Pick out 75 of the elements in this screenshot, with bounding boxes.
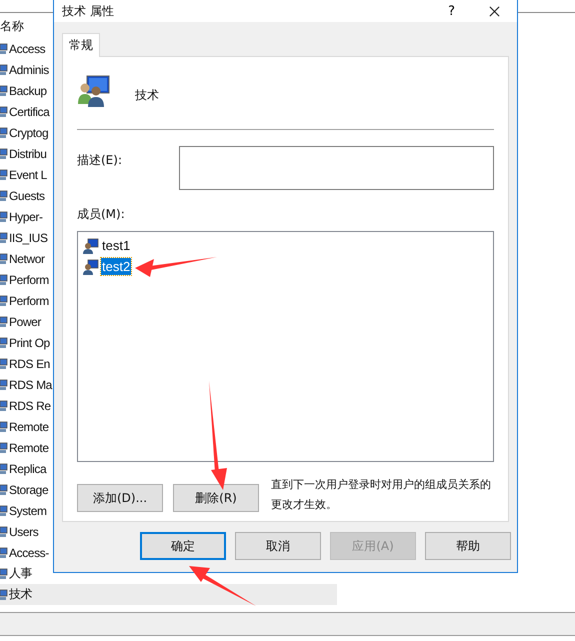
group-icon bbox=[0, 588, 8, 600]
group-icon bbox=[0, 316, 8, 328]
group-icon bbox=[0, 420, 8, 432]
group-icon bbox=[0, 148, 8, 160]
group-icon bbox=[0, 190, 8, 202]
group-list-item[interactable]: Remote bbox=[0, 416, 53, 437]
group-list-item[interactable]: Replica bbox=[0, 458, 53, 479]
group-icon bbox=[0, 42, 8, 54]
group-list-item[interactable]: Storage bbox=[0, 479, 53, 500]
group-icon bbox=[0, 400, 8, 412]
group-list-item[interactable]: 人事 bbox=[0, 563, 53, 584]
group-icon bbox=[0, 442, 8, 454]
description-label: 描述(E): bbox=[77, 152, 123, 169]
close-icon[interactable] bbox=[489, 6, 500, 16]
group-list-item[interactable]: Certifica bbox=[0, 101, 53, 122]
group-name: 技术 bbox=[135, 86, 159, 104]
group-icon bbox=[0, 126, 8, 138]
group-list-item[interactable]: Backup bbox=[0, 80, 53, 101]
user-icon bbox=[83, 258, 99, 274]
group-list-item[interactable]: Cryptog bbox=[0, 122, 53, 143]
group-list-item[interactable]: Guests bbox=[0, 185, 53, 206]
group-icon bbox=[77, 74, 111, 108]
description-field[interactable] bbox=[179, 146, 494, 190]
group-icon bbox=[0, 484, 8, 496]
group-icon bbox=[0, 546, 8, 558]
members-label: 成员(M): bbox=[77, 206, 126, 223]
group-list-item[interactable]: Access- bbox=[0, 542, 53, 563]
group-list-item[interactable]: Networ bbox=[0, 248, 53, 269]
group-list-item[interactable]: Power bbox=[0, 311, 53, 332]
group-list-item[interactable]: Distribu bbox=[0, 143, 53, 164]
group-list-item[interactable]: RDS En bbox=[0, 353, 53, 374]
column-header[interactable]: 名称 bbox=[0, 17, 24, 38]
group-list-item[interactable]: System bbox=[0, 500, 53, 521]
help-button[interactable]: ? bbox=[448, 4, 455, 18]
group-icon bbox=[0, 568, 8, 580]
dialog-button[interactable]: 取消 bbox=[235, 532, 321, 560]
group-list-item[interactable]: Event L bbox=[0, 164, 53, 185]
group-list-item[interactable]: RDS Ma bbox=[0, 374, 53, 395]
group-icon bbox=[0, 294, 8, 306]
tab[interactable]: 常规 bbox=[62, 33, 100, 57]
group-icon bbox=[0, 504, 8, 516]
group-icon bbox=[0, 64, 8, 76]
group-icon bbox=[0, 358, 8, 370]
dialog-button[interactable]: 确定 bbox=[140, 532, 226, 560]
note-text: 直到下一次用户登录时对用户的组成员关系的更改才生效。 bbox=[271, 477, 492, 513]
group-icon bbox=[0, 526, 8, 538]
group-list-item[interactable]: 技术 bbox=[0, 584, 337, 605]
group-list-item[interactable]: Adminis bbox=[0, 59, 53, 80]
group-icon bbox=[0, 210, 8, 222]
group-list-item[interactable]: Print Op bbox=[0, 332, 53, 353]
member-item[interactable]: test1 bbox=[101, 237, 132, 254]
dialog-button[interactable]: 添加(D)... bbox=[77, 484, 163, 512]
group-icon bbox=[0, 168, 8, 180]
group-icon bbox=[0, 84, 8, 96]
group-list-item[interactable]: Users bbox=[0, 521, 53, 542]
group-list-item[interactable]: Perform bbox=[0, 290, 53, 311]
group-icon bbox=[0, 106, 8, 118]
member-item[interactable]: test2 bbox=[101, 258, 132, 275]
group-icon bbox=[0, 336, 8, 348]
group-icon bbox=[0, 252, 8, 264]
group-icon bbox=[0, 232, 8, 244]
group-icon bbox=[0, 462, 8, 474]
group-list-item[interactable]: Remote bbox=[0, 437, 53, 458]
annotation-arrow bbox=[189, 566, 256, 606]
dialog-button[interactable]: 删除(R) bbox=[173, 484, 259, 512]
window-title: 技术 属性 bbox=[62, 2, 115, 20]
group-list-item[interactable]: IIS_IUS bbox=[0, 227, 53, 248]
user-icon bbox=[83, 238, 99, 254]
group-list-item[interactable]: Perform bbox=[0, 269, 53, 290]
group-list-item[interactable]: RDS Re bbox=[0, 395, 53, 416]
group-list-item[interactable]: Hyper- bbox=[0, 206, 53, 227]
group-icon bbox=[0, 274, 8, 286]
dialog-button[interactable]: 帮助 bbox=[425, 532, 511, 560]
group-icon bbox=[0, 378, 8, 390]
group-list-item[interactable]: Access bbox=[0, 38, 53, 59]
